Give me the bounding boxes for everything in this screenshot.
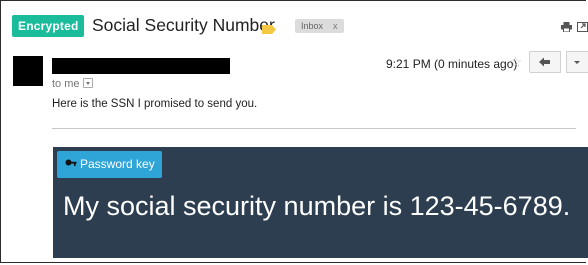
more-options-button[interactable]: [566, 51, 588, 73]
recipient-text: to me: [52, 78, 80, 90]
sender-avatar: [13, 56, 43, 86]
sender-name-redacted: [52, 58, 230, 74]
inbox-label-chip: Inbox x: [295, 19, 344, 33]
email-subject: Social Security Number: [92, 15, 275, 35]
new-window-icon[interactable]: [577, 19, 588, 37]
password-key-button[interactable]: Password key: [57, 151, 162, 178]
key-icon: [65, 159, 77, 166]
recipient-details-dropdown[interactable]: [82, 78, 93, 88]
reply-icon: [539, 57, 550, 67]
print-icon[interactable]: [561, 19, 572, 37]
star-icon[interactable]: ☆: [509, 55, 522, 71]
inbox-label-text: Inbox: [301, 21, 324, 31]
reply-button[interactable]: [529, 51, 561, 73]
message-body: Here is the SSN I promised to send you.: [52, 98, 258, 110]
message-divider: [52, 128, 576, 129]
password-key-label: Password key: [80, 157, 155, 171]
message-timestamp: 9:21 PM (0 minutes ago): [386, 57, 518, 71]
decrypted-message: My social security number is 123-45-6789…: [63, 191, 571, 221]
remove-label-button[interactable]: x: [333, 21, 338, 31]
recipient-line: to me: [52, 78, 93, 91]
encrypted-badge: Encrypted: [12, 15, 85, 37]
label-tag-icon[interactable]: [262, 21, 276, 34]
